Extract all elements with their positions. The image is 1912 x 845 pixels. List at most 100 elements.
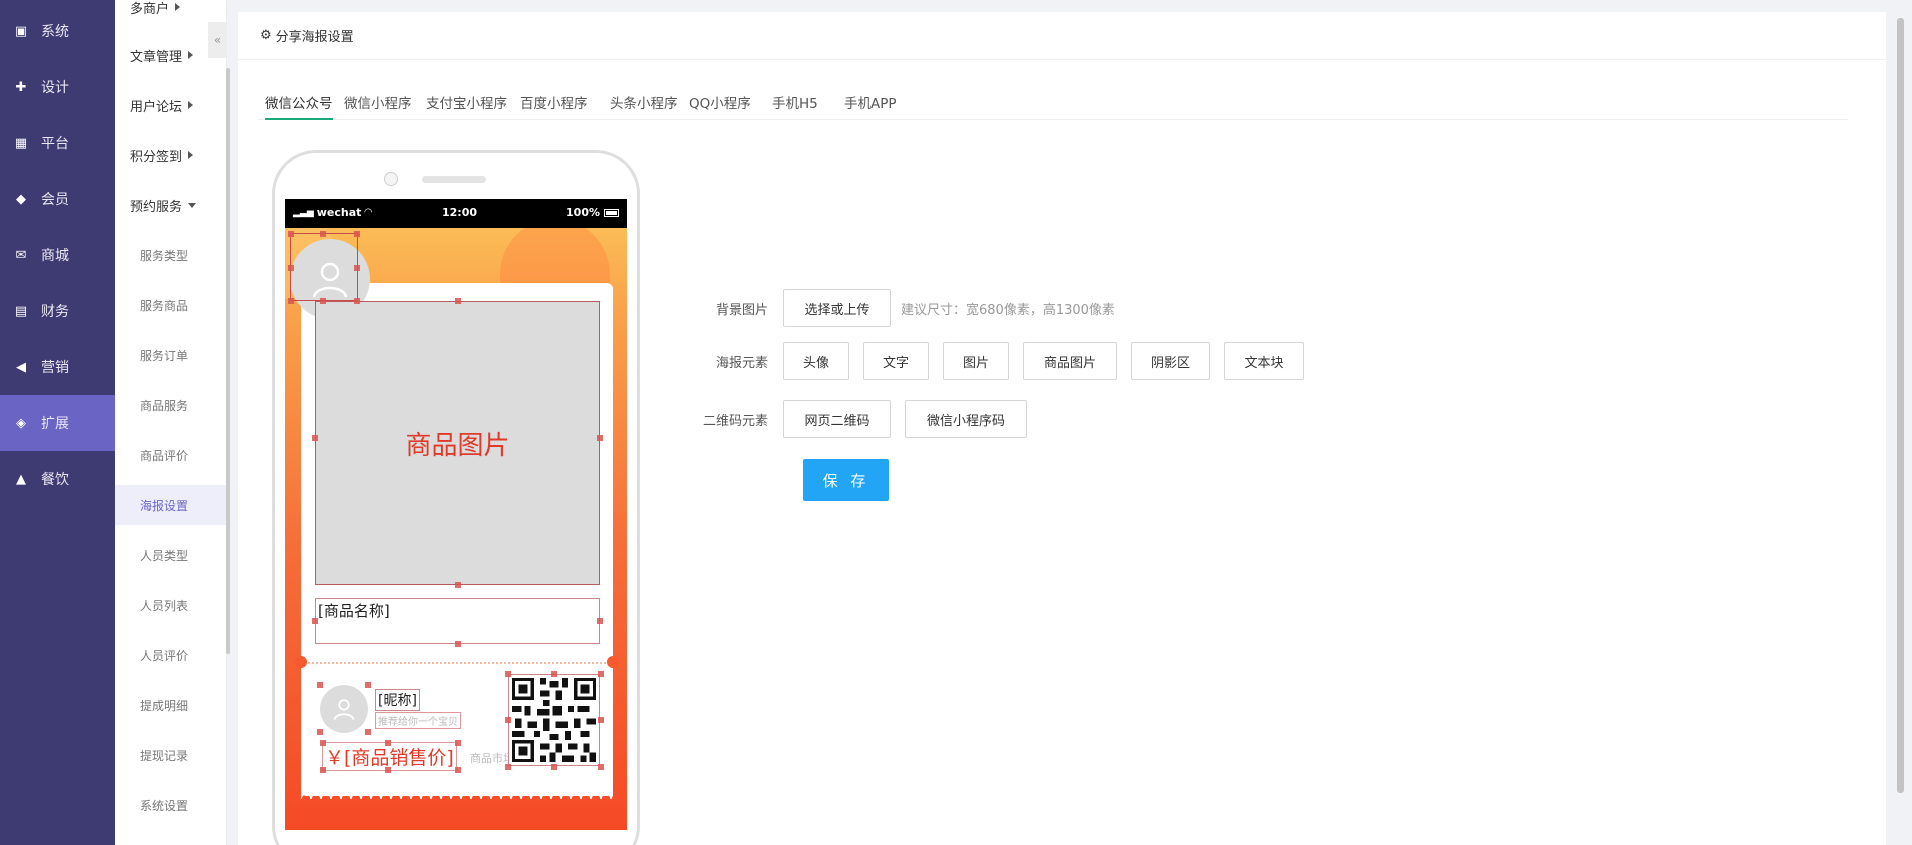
- resize-handle[interactable]: [320, 740, 326, 746]
- nav2-item-goods-review[interactable]: 商品评价: [115, 435, 227, 475]
- user-icon: [333, 699, 355, 720]
- nav2-group-booking[interactable]: 预约服务: [115, 185, 227, 225]
- add-avatar-button[interactable]: 头像: [783, 342, 849, 380]
- nav-item-mall[interactable]: ✉ 商城: [0, 227, 115, 283]
- gear-icon: ⚙: [260, 28, 272, 43]
- resize-handle[interactable]: [365, 682, 371, 688]
- tab-wechat-mini[interactable]: 微信小程序: [344, 82, 412, 120]
- resize-handle[interactable]: [598, 764, 604, 770]
- nav-item-platform[interactable]: ▦ 平台: [0, 115, 115, 171]
- poster-divider: [301, 662, 613, 664]
- resize-handle[interactable]: [288, 298, 294, 304]
- nav2-item-withdrawals[interactable]: 提现记录: [115, 735, 227, 775]
- card-notch: [295, 656, 307, 668]
- resize-handle[interactable]: [385, 740, 391, 746]
- tab-mobile-h5[interactable]: 手机H5: [772, 82, 818, 120]
- nav2-item-poster-settings[interactable]: 海报设置: [115, 485, 227, 525]
- save-button[interactable]: 保 存: [803, 459, 889, 501]
- nav2-item-staff-type[interactable]: 人员类型: [115, 535, 227, 575]
- resize-handle[interactable]: [597, 618, 603, 624]
- tab-qq-mini[interactable]: QQ小程序: [689, 82, 751, 120]
- nav2-item-staff-list[interactable]: 人员列表: [115, 585, 227, 625]
- add-textblock-button[interactable]: 文本块: [1224, 342, 1304, 380]
- nav2-item-service-orders[interactable]: 服务订单: [115, 335, 227, 375]
- poster-avatar-small[interactable]: [320, 685, 368, 733]
- nav2-item-staff-review[interactable]: 人员评价: [115, 635, 227, 675]
- nav2-item-service-goods[interactable]: 服务商品: [115, 285, 227, 325]
- nav-item-catering[interactable]: ▲ 餐饮: [0, 451, 115, 507]
- caret-right-icon: [188, 101, 194, 109]
- phone-speaker: [422, 176, 486, 183]
- tab-alipay-mini[interactable]: 支付宝小程序: [426, 82, 507, 120]
- nav-item-system[interactable]: ▣ 系统: [0, 3, 115, 59]
- sidebar-scrollbar[interactable]: [226, 68, 230, 654]
- nav2-group-checkin[interactable]: 积分签到: [115, 135, 227, 175]
- tab-baidu-mini[interactable]: 百度小程序: [520, 82, 588, 120]
- resize-handle[interactable]: [455, 298, 461, 304]
- nav-item-member[interactable]: ◆ 会员: [0, 171, 115, 227]
- poster-goods-name[interactable]: [商品名称]: [315, 598, 600, 644]
- system-icon: ▣: [14, 23, 28, 39]
- card-scallop-edge: [301, 789, 613, 799]
- resize-handle[interactable]: [320, 231, 326, 237]
- resize-handle[interactable]: [317, 682, 323, 688]
- resize-handle[interactable]: [598, 671, 604, 677]
- resize-handle[interactable]: [505, 764, 511, 770]
- resize-handle[interactable]: [455, 740, 461, 746]
- resize-handle[interactable]: [317, 729, 323, 735]
- resize-handle[interactable]: [455, 641, 461, 647]
- add-text-button[interactable]: 文字: [863, 342, 929, 380]
- resize-handle[interactable]: [455, 767, 461, 773]
- poster-recommend-text[interactable]: 推荐给你一个宝贝: [375, 712, 461, 729]
- grid-icon: ▦: [14, 135, 28, 151]
- nav-item-finance[interactable]: ▤ 财务: [0, 283, 115, 339]
- phone-camera: [384, 172, 398, 186]
- poster-qrcode[interactable]: [508, 674, 600, 766]
- add-image-button[interactable]: 图片: [943, 342, 1009, 380]
- resize-handle[interactable]: [455, 582, 461, 588]
- poster-goods-image[interactable]: 商品图片: [315, 301, 600, 585]
- add-shadow-button[interactable]: 阴影区: [1131, 342, 1210, 380]
- page-title: 分享海报设置: [275, 30, 354, 45]
- resize-handle[interactable]: [354, 265, 360, 271]
- resize-handle[interactable]: [551, 764, 557, 770]
- resize-handle[interactable]: [288, 231, 294, 237]
- resize-handle[interactable]: [598, 717, 604, 723]
- nav-item-marketing[interactable]: ◀ 营销: [0, 339, 115, 395]
- select-upload-button[interactable]: 选择或上传: [783, 289, 891, 327]
- phone-status-bar: ▂▃▅ wechat ◠ 12:00 100%: [285, 199, 627, 228]
- resize-handle[interactable]: [354, 298, 360, 304]
- page-scrollbar[interactable]: [1897, 18, 1904, 793]
- sidebar-collapse-button[interactable]: «: [208, 22, 227, 58]
- resize-handle[interactable]: [597, 435, 603, 441]
- resize-handle[interactable]: [551, 671, 557, 677]
- tab-wechat-official[interactable]: 微信公众号: [265, 82, 333, 120]
- nav2-item-commission[interactable]: 提成明细: [115, 685, 227, 725]
- avatar-selection-box[interactable]: [290, 233, 358, 301]
- resize-handle[interactable]: [320, 767, 326, 773]
- resize-handle[interactable]: [354, 231, 360, 237]
- resize-handle[interactable]: [385, 767, 391, 773]
- add-miniprogram-code-button[interactable]: 微信小程序码: [905, 400, 1027, 438]
- secondary-sidebar: 多商户 文章管理 用户论坛 积分签到 预约服务 服务类型 服务商品 服务订单 商…: [115, 0, 227, 845]
- resize-handle[interactable]: [312, 618, 318, 624]
- nav2-item-system-settings[interactable]: 系统设置: [115, 785, 227, 825]
- poster-nickname[interactable]: [昵称]: [375, 689, 420, 711]
- nav2-item-goods-service[interactable]: 商品服务: [115, 385, 227, 425]
- resize-handle[interactable]: [320, 298, 326, 304]
- resize-handle[interactable]: [288, 265, 294, 271]
- nav2-item-service-type[interactable]: 服务类型: [115, 235, 227, 275]
- nav2-group-forum[interactable]: 用户论坛: [115, 85, 227, 125]
- background-size-hint: 建议尺寸：宽680像素，高1300像素: [901, 303, 1115, 318]
- resize-handle[interactable]: [505, 671, 511, 677]
- resize-handle[interactable]: [312, 435, 318, 441]
- nav-item-extension[interactable]: ◈ 扩展: [0, 395, 115, 451]
- tab-toutiao-mini[interactable]: 头条小程序: [610, 82, 678, 120]
- add-web-qrcode-button[interactable]: 网页二维码: [783, 400, 891, 438]
- resize-handle[interactable]: [505, 717, 511, 723]
- resize-handle[interactable]: [365, 729, 371, 735]
- tab-mobile-app[interactable]: 手机APP: [844, 82, 897, 120]
- nav-item-design[interactable]: ✚ 设计: [0, 59, 115, 115]
- add-goods-image-button[interactable]: 商品图片: [1023, 342, 1117, 380]
- diamond-icon: ◆: [16, 191, 26, 207]
